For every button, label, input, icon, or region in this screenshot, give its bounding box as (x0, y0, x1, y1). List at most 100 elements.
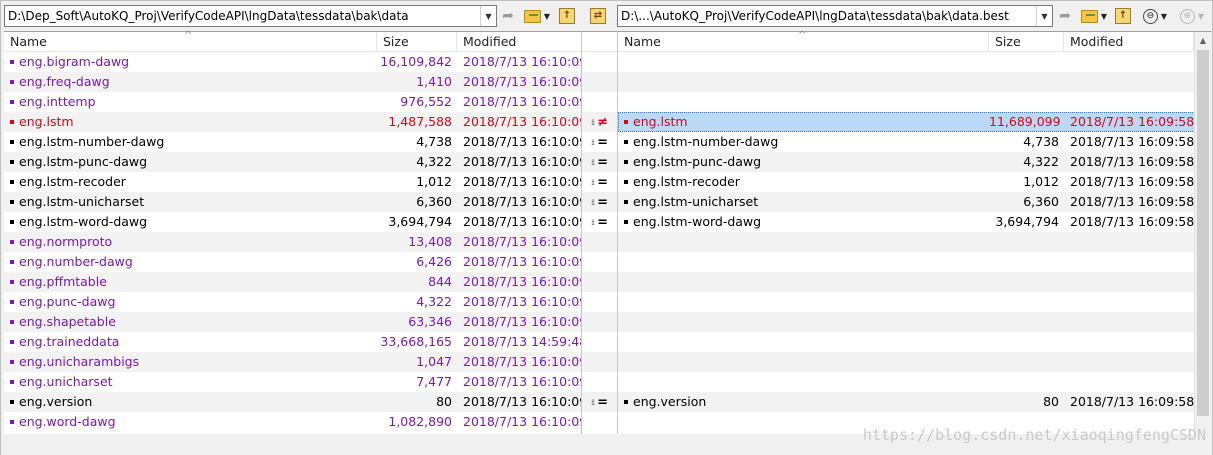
forward-button[interactable]: ⊕ ▼ (1175, 6, 1209, 26)
not-equal-icon: ≠ (597, 114, 608, 130)
left-file-row[interactable]: eng.lstm-unicharset 6,360 2018/7/13 16:10:… (4, 192, 581, 212)
left-file-row[interactable]: eng.traineddata 33,668,165 2018/7/13 14:59… (4, 332, 581, 352)
scroll-thumb[interactable] (1197, 50, 1209, 416)
back-button[interactable]: ⊖ ▼ (1139, 6, 1171, 26)
file-name: eng.lstm-recoder (4, 172, 377, 192)
file-modified: 2018/7/13 16:10:09 (463, 254, 581, 269)
file-name-text: eng.normproto (19, 234, 113, 249)
left-file-row[interactable]: eng.unicharambigs 1,047 2018/7/13 16:10:09 (4, 352, 581, 372)
left-modified-column-header[interactable]: Modified (457, 32, 581, 51)
right-path-text: D:\...\AutoKQ_Proj\VerifyCodeAPI\lngData… (621, 9, 1009, 23)
right-file-row[interactable]: eng.lstm-unicharset 6,360 2018/7/13 16:09:… (618, 192, 1211, 212)
right-file-row[interactable] (618, 372, 1211, 392)
file-modified: 2018/7/13 16:10:09 (463, 214, 581, 229)
right-file-list[interactable]: Name ^ Size Modified eng.lstm 11,689,099 2… (618, 30, 1211, 435)
left-column-header: Name ^ Size Modified (4, 30, 581, 52)
file-size: 6,360 (1023, 194, 1059, 209)
gutter-row: ⁞⁞ = (582, 132, 617, 152)
file-size: 6,426 (416, 254, 452, 269)
left-file-row[interactable]: eng.lstm 1,487,588 2018/7/13 16:10:09 (4, 112, 581, 132)
file-name: eng.lstm-unicharset (618, 192, 989, 212)
right-file-row[interactable] (618, 52, 1211, 72)
right-file-row[interactable]: eng.lstm-punc-dawg 4,322 2018/7/13 16:09:5… (618, 152, 1211, 172)
right-file-row[interactable]: eng.lstm-word-dawg 3,694,794 2018/7/13 16:… (618, 212, 1211, 232)
left-path-text: D:\Dep_Soft\AutoKQ_Proj\VerifyCodeAPI\ln… (8, 9, 409, 23)
right-file-row[interactable]: eng.lstm-number-dawg 4,738 2018/7/13 16:09… (618, 132, 1211, 152)
right-size-column-header[interactable]: Size (989, 32, 1064, 51)
left-file-row[interactable]: eng.freq-dawg 1,410 2018/7/13 16:10:09 (4, 72, 581, 92)
chevron-down-icon: ▼ (1160, 11, 1168, 21)
right-name-column-header[interactable]: Name ^ (618, 30, 989, 51)
status-square-icon (10, 320, 14, 324)
left-file-row[interactable]: eng.lstm-punc-dawg 4,322 2018/7/13 16:10:0… (4, 152, 581, 172)
right-file-row[interactable] (618, 72, 1211, 92)
file-name-text: eng.lstm-punc-dawg (19, 154, 148, 169)
file-size: 1,410 (416, 74, 452, 89)
left-file-row[interactable]: eng.lstm-recoder 1,012 2018/7/13 16:10:09 (4, 172, 581, 192)
right-up-folder-button[interactable]: ↑ (1114, 6, 1132, 26)
gutter-row (582, 72, 617, 92)
file-name-text: eng.unicharambigs (19, 354, 140, 369)
left-file-row[interactable]: eng.lstm-number-dawg 4,738 2018/7/13 16:10… (4, 132, 581, 152)
right-file-row[interactable] (618, 252, 1211, 272)
swap-sides-button[interactable]: ⇄ (587, 6, 609, 26)
status-square-icon (10, 280, 14, 284)
left-name-column-header[interactable]: Name ^ (4, 30, 377, 51)
file-modified: 2018/7/13 16:10:09 (463, 74, 581, 89)
left-open-folder-button[interactable]: ▼ (521, 6, 553, 26)
left-file-row[interactable]: eng.lstm-word-dawg 3,694,794 2018/7/13 16:… (4, 212, 581, 232)
arrow-disabled-icon: ➦ (1059, 8, 1071, 24)
file-name: eng.lstm-punc-dawg (4, 152, 377, 172)
file-size: 80 (436, 394, 452, 409)
right-file-row[interactable] (618, 332, 1211, 352)
status-square-icon (624, 220, 628, 224)
file-name: eng.lstm-unicharset (4, 192, 377, 212)
left-file-list[interactable]: Name ^ Size Modified eng.bigram-dawg 16,1… (4, 30, 581, 434)
gutter-row (582, 372, 617, 392)
right-path-combobox[interactable]: D:\...\AutoKQ_Proj\VerifyCodeAPI\lngData… (617, 5, 1053, 27)
right-modified-column-header[interactable]: Modified (1064, 32, 1194, 51)
left-path-combobox[interactable]: D:\Dep_Soft\AutoKQ_Proj\VerifyCodeAPI\ln… (4, 5, 497, 27)
left-file-row[interactable]: eng.bigram-dawg 16,109,842 2018/7/13 16:10… (4, 52, 581, 72)
left-file-row[interactable]: eng.word-dawg 1,082,890 2018/7/13 16:10:09 (4, 412, 581, 432)
file-name: eng.lstm-word-dawg (618, 212, 989, 232)
left-path-dropdown-icon[interactable]: ▼ (480, 6, 496, 26)
right-file-row[interactable] (618, 312, 1211, 332)
file-name-text: eng.punc-dawg (19, 294, 116, 309)
status-square-icon (10, 360, 14, 364)
left-up-folder-button[interactable]: ↑ (558, 6, 576, 26)
right-refresh-icon[interactable]: ➦ (1056, 6, 1074, 26)
right-file-row[interactable]: eng.lstm-recoder 1,012 2018/7/13 16:09:58 (618, 172, 1211, 192)
left-file-row[interactable]: eng.version 80 2018/7/13 16:10:09 (4, 392, 581, 412)
right-open-folder-button[interactable]: ▼ (1078, 6, 1110, 26)
file-name-text: eng.traineddata (19, 334, 120, 349)
left-file-row[interactable]: eng.punc-dawg 4,322 2018/7/13 16:10:09 (4, 292, 581, 312)
left-file-row[interactable]: eng.number-dawg 6,426 2018/7/13 16:10:09 (4, 252, 581, 272)
right-file-row[interactable] (618, 272, 1211, 292)
file-modified: 2018/7/13 16:10:09 (463, 394, 581, 409)
left-refresh-icon[interactable]: ➦ (499, 6, 517, 26)
right-file-row[interactable] (618, 92, 1211, 112)
file-size: 4,738 (416, 134, 452, 149)
scroll-up-icon[interactable]: ▲ (1195, 32, 1211, 49)
left-file-row[interactable]: eng.unicharset 7,477 2018/7/13 16:10:09 (4, 372, 581, 392)
file-name: eng.version (4, 392, 377, 412)
left-file-row[interactable]: eng.inttemp 976,552 2018/7/13 16:10:09 (4, 92, 581, 112)
column-label: Modified (1070, 34, 1124, 49)
file-name-text: eng.pffmtable (19, 274, 107, 289)
left-file-row[interactable]: eng.pffmtable 844 2018/7/13 16:10:09 (4, 272, 581, 292)
right-file-row[interactable] (618, 232, 1211, 252)
right-file-row[interactable] (618, 352, 1211, 372)
left-file-row[interactable]: eng.normproto 13,408 2018/7/13 16:10:09 (4, 232, 581, 252)
gutter-row: ⁞⁞ = (582, 212, 617, 232)
right-file-row[interactable]: eng.version 80 2018/7/13 16:09:58 (618, 392, 1211, 412)
right-path-dropdown-icon[interactable]: ▼ (1036, 6, 1052, 26)
column-label: Name (10, 34, 47, 49)
right-vertical-scrollbar[interactable]: ▲ (1194, 32, 1211, 435)
right-file-row[interactable] (618, 292, 1211, 312)
right-file-row[interactable]: eng.lstm 11,689,099 2018/7/13 16:09:58 (618, 112, 1211, 132)
left-file-row[interactable]: eng.shapetable 63,346 2018/7/13 16:10:09 (4, 312, 581, 332)
arrow-disabled-icon: ➦ (502, 8, 514, 24)
left-size-column-header[interactable]: Size (377, 32, 457, 51)
column-label: Size (383, 34, 409, 49)
